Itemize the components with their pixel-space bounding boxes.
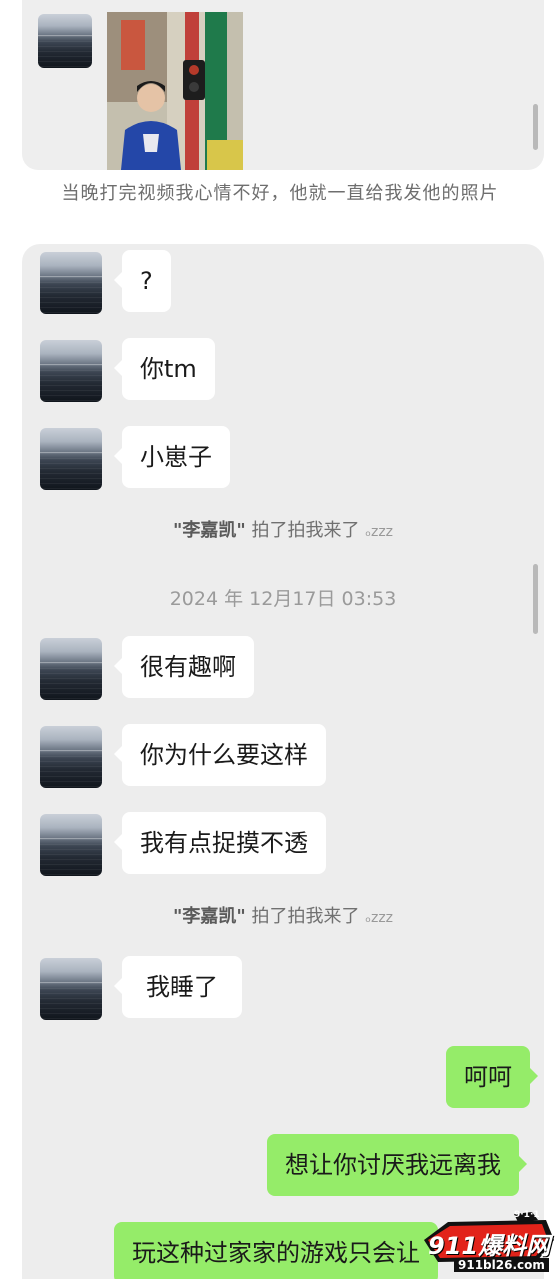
watermark-main-text: 911爆料网 (428, 1232, 551, 1260)
pat-notification: "李嘉凯" 拍了拍我来了 ₒᴢᴢᴢ (22, 516, 544, 542)
watermark-url: 911bl26.com (454, 1258, 549, 1272)
avatar[interactable] (40, 958, 102, 1020)
pat-user-name[interactable]: "李嘉凯" (173, 520, 246, 541)
photo-image-icon (107, 12, 243, 170)
outgoing-message[interactable]: 呵呵 (446, 1046, 538, 1108)
outgoing-message[interactable]: 玩这种过家家的游戏只会让 (114, 1222, 438, 1279)
pat-sleep-icon: ₒᴢᴢᴢ (365, 524, 394, 540)
incoming-message[interactable]: 很有趣啊 (114, 636, 254, 698)
chat-timestamp: 2024 年 12月17日 03:53 (169, 588, 397, 610)
chat-panel[interactable]: ? 你tm 小崽子 "李嘉凯" 拍了拍我来了 ₒᴢᴢᴢ 2024 年 12月17… (22, 244, 544, 1279)
caption-text: 当晚打完视频我心情不好，他就一直给我发他的照片 (61, 183, 499, 204)
pat-action-text: 拍了拍我来了 (245, 520, 360, 541)
avatar[interactable] (40, 814, 102, 876)
avatar[interactable] (40, 340, 102, 402)
screenshot-page: 当晚打完视频我心情不好，他就一直给我发他的照片 ? 你tm 小崽子 "李嘉凯" … (0, 0, 560, 1279)
pat-sleep-icon: ₒᴢᴢᴢ (365, 910, 394, 926)
watermark-logo: 9·1·1 911爆料网 911bl26.com (418, 1210, 558, 1276)
incoming-message[interactable]: ? (114, 250, 171, 312)
incoming-message[interactable]: 小崽子 (114, 426, 230, 488)
avatar[interactable] (40, 638, 102, 700)
incoming-message[interactable]: 我有点捉摸不透 (114, 812, 326, 874)
pat-notification: "李嘉凯" 拍了拍我来了 ₒᴢᴢᴢ (22, 902, 544, 928)
chat-panel-top[interactable] (22, 0, 544, 170)
incoming-message[interactable]: 你tm (114, 338, 215, 400)
watermark-badge: 9·1·1 (514, 1210, 540, 1220)
incoming-message[interactable]: 你为什么要这样 (114, 724, 326, 786)
avatar[interactable] (40, 428, 102, 490)
avatar[interactable] (40, 726, 102, 788)
scrollbar[interactable] (533, 104, 538, 150)
incoming-message[interactable]: 我睡了 (114, 956, 242, 1018)
photo-message[interactable] (107, 12, 243, 170)
pat-action-text: 拍了拍我来了 (245, 906, 360, 927)
pat-user-name[interactable]: "李嘉凯" (173, 906, 246, 927)
outgoing-message[interactable]: 想让你讨厌我远离我 (267, 1134, 527, 1196)
avatar[interactable] (40, 252, 102, 314)
avatar[interactable] (38, 14, 92, 68)
